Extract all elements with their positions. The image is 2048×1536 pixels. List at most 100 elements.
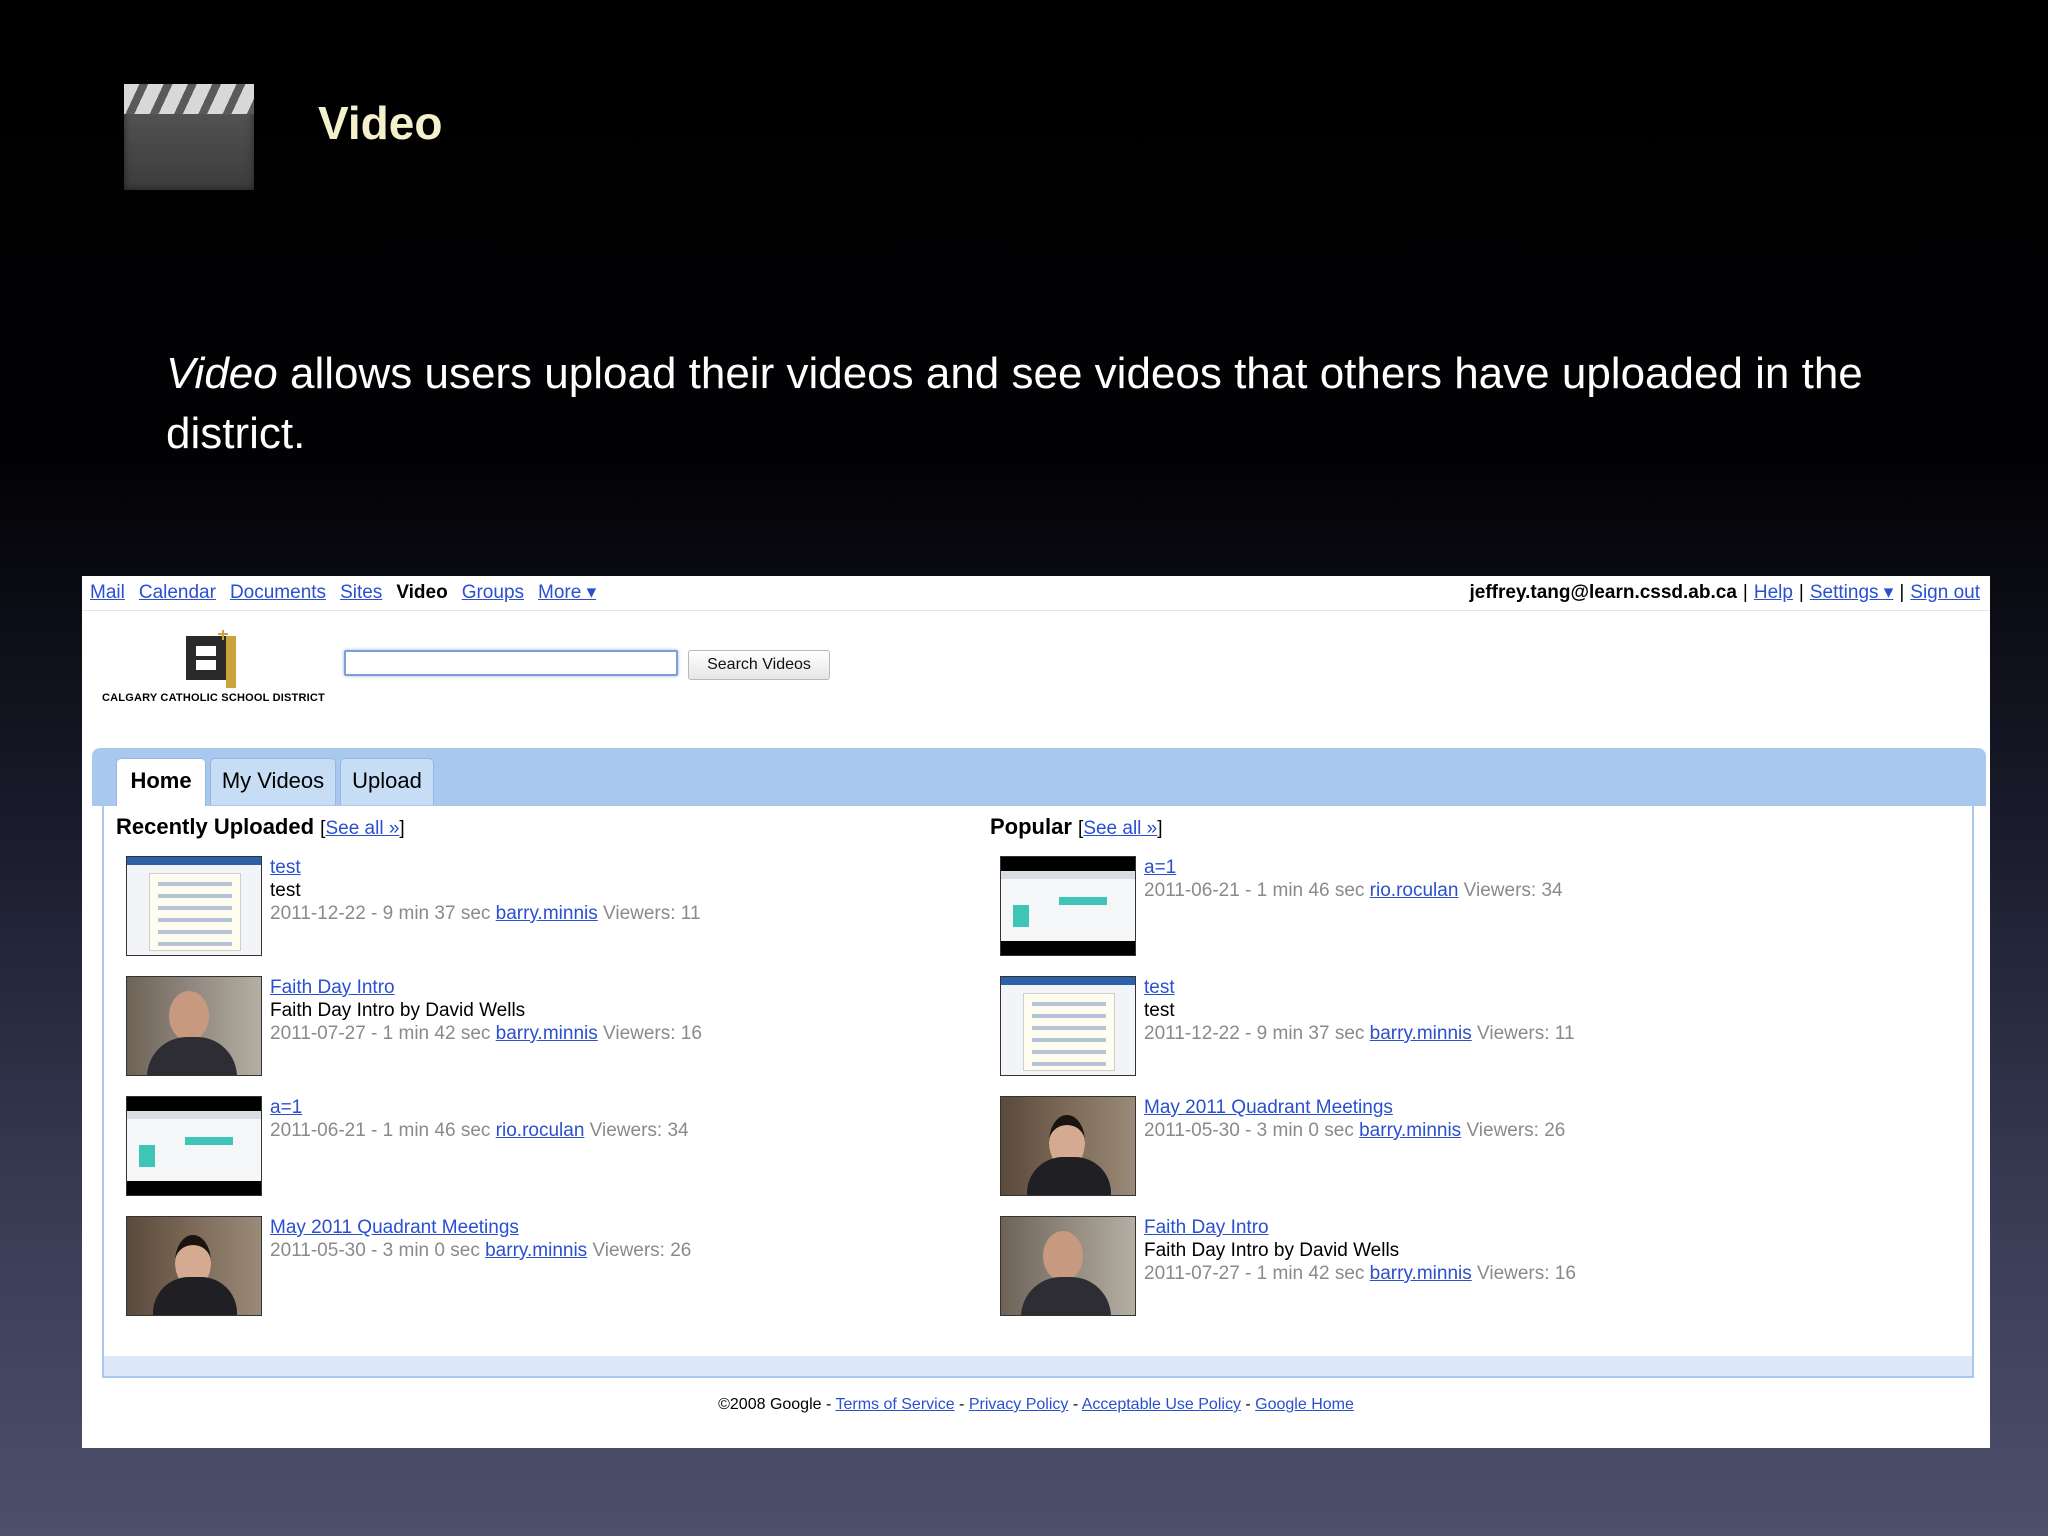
slide-description-text: allows users upload their videos and see… [166,349,1863,458]
see-all-wrapper: [See all »] [1078,818,1163,839]
tab-strip: Home My Videos Upload [92,748,1986,807]
video-thumbnail[interactable] [1000,976,1136,1076]
video-info: 2011-12-22 - 9 min 37 sec barry.minnis V… [1144,1023,1575,1044]
user-bar: jeffrey.tang@learn.cssd.ab.ca | Help | Setti… [1470,576,1981,610]
video-uploader-link[interactable]: barry.minnis [485,1240,587,1261]
google-home-link[interactable]: Google Home [1255,1396,1354,1413]
nav-calendar[interactable]: Calendar [139,582,216,603]
video-date-duration: 2011-12-22 - 9 min 37 sec [270,903,491,924]
video-info: 2011-07-27 - 1 min 42 sec barry.minnis V… [270,1023,702,1044]
popular-see-all-link[interactable]: See all » [1083,818,1157,839]
search-input[interactable] [344,650,678,676]
search-videos-button[interactable]: Search Videos [688,650,830,680]
video-thumbnail[interactable] [1000,1216,1136,1316]
video-viewers: Viewers: 11 [603,903,701,924]
video-meta: a=1 2011-06-21 - 1 min 46 sec rio.roculan… [1144,856,1563,902]
video-thumbnail[interactable] [1000,856,1136,956]
video-uploader-link[interactable]: barry.minnis [1359,1120,1461,1141]
slide-title: Video [318,97,443,149]
home-content: Recently Uploaded [See all »] test test 20… [102,806,1974,1378]
help-link[interactable]: Help [1754,582,1793,603]
video-viewers: Viewers: 34 [1463,880,1563,901]
terms-of-service-link[interactable]: Terms of Service [835,1396,954,1413]
video-viewers: Viewers: 34 [589,1120,689,1141]
video-viewers: Viewers: 26 [1466,1120,1566,1141]
video-title-link[interactable]: May 2011 Quadrant Meetings [270,1217,519,1238]
video-title-link[interactable]: Faith Day Intro [1144,1217,1269,1238]
top-bar: Mail Calendar Documents Sites Video Groups Mor… [82,576,1990,611]
video-meta: a=1 2011-06-21 - 1 min 46 sec rio.roculan… [270,1096,689,1142]
video-list-item: test test 2011-12-22 - 9 min 37 sec barry.… [126,856,976,960]
video-uploader-link[interactable]: rio.roculan [1370,880,1459,901]
tab-my-videos[interactable]: My Videos [210,758,336,805]
video-uploader-link[interactable]: barry.minnis [1370,1023,1472,1044]
footer-separator: - [821,1396,836,1413]
video-title-link[interactable]: a=1 [1144,857,1176,878]
video-list-item: Faith Day Intro Faith Day Intro by David … [126,976,976,1080]
slide-description: Video allows users upload their videos a… [166,344,1926,464]
video-list-item: Faith Day Intro Faith Day Intro by David … [1000,1216,1850,1320]
video-title-link[interactable]: May 2011 Quadrant Meetings [1144,1097,1393,1118]
video-date-duration: 2011-05-30 - 3 min 0 sec [270,1240,480,1261]
bracket-close: ] [399,818,405,839]
video-date-duration: 2011-06-21 - 1 min 46 sec [1144,880,1365,901]
video-list-item: a=1 2011-06-21 - 1 min 46 sec rio.roculan… [126,1096,976,1200]
video-list-item: May 2011 Quadrant Meetings 2011-05-30 - 3… [1000,1096,1850,1200]
video-uploader-link[interactable]: barry.minnis [496,903,598,924]
video-thumbnail[interactable] [126,1096,262,1196]
tab-home[interactable]: Home [116,758,206,807]
nav-groups[interactable]: Groups [462,582,524,603]
video-list-item: May 2011 Quadrant Meetings 2011-05-30 - 3… [126,1216,976,1320]
district-logo-mark-icon [186,630,236,688]
video-date-duration: 2011-05-30 - 3 min 0 sec [1144,1120,1354,1141]
video-date-duration: 2011-06-21 - 1 min 46 sec [270,1120,491,1141]
video-uploader-link[interactable]: rio.roculan [496,1120,585,1141]
acceptable-use-policy-link[interactable]: Acceptable Use Policy [1082,1396,1241,1413]
sign-out-link[interactable]: Sign out [1910,582,1980,603]
settings-menu[interactable]: Settings ▾ [1810,582,1893,603]
video-uploader-link[interactable]: barry.minnis [1370,1263,1472,1284]
footer-copyright: ©2008 Google [718,1396,822,1413]
nav-mail[interactable]: Mail [90,582,125,603]
video-thumbnail[interactable] [126,1216,262,1316]
video-uploader-link[interactable]: barry.minnis [496,1023,598,1044]
video-date-duration: 2011-07-27 - 1 min 42 sec [270,1023,491,1044]
content-bottom-bar [104,1356,1972,1376]
top-nav: Mail Calendar Documents Sites Video Groups Mor… [90,576,610,610]
video-description: test [270,880,301,901]
video-title-link[interactable]: a=1 [270,1097,302,1118]
video-thumbnail[interactable] [126,856,262,956]
video-info: 2011-07-27 - 1 min 42 sec barry.minnis V… [1144,1263,1576,1284]
popular-title: Popular [990,814,1072,839]
video-meta: test test 2011-12-22 - 9 min 37 sec barry.… [1144,976,1575,1045]
separator: | [1742,582,1748,603]
separator: | [1899,582,1905,603]
video-info: 2011-12-22 - 9 min 37 sec barry.minnis V… [270,903,701,924]
nav-sites[interactable]: Sites [340,582,382,603]
video-thumbnail[interactable] [1000,1096,1136,1196]
bracket-close: ] [1157,818,1163,839]
user-email: jeffrey.tang@learn.cssd.ab.ca [1469,582,1737,603]
video-title-link[interactable]: test [270,857,301,878]
footer-separator: - [1240,1396,1256,1413]
nav-documents[interactable]: Documents [230,582,326,603]
video-thumbnail[interactable] [126,976,262,1076]
slide-description-emphasis: Video [166,349,278,398]
video-list-item: a=1 2011-06-21 - 1 min 46 sec rio.roculan… [1000,856,1850,960]
video-description: Faith Day Intro by David Wells [1144,1240,1400,1261]
video-title-link[interactable]: test [1144,977,1175,998]
privacy-policy-link[interactable]: Privacy Policy [969,1396,1069,1413]
district-logo-caption: CALGARY CATHOLIC SCHOOL DISTRICT [102,692,325,704]
nav-more[interactable]: More ▾ [538,582,596,603]
video-title-link[interactable]: Faith Day Intro [270,977,395,998]
video-description: test [1144,1000,1175,1021]
tab-upload[interactable]: Upload [340,758,434,805]
district-logo[interactable]: CALGARY CATHOLIC SCHOOL DISTRICT [102,628,325,708]
footer: ©2008 Google - Terms of Service - Privac… [82,1396,1990,1414]
video-app-screenshot: Mail Calendar Documents Sites Video Groups Mor… [82,576,1990,1448]
recent-see-all-link[interactable]: See all » [325,818,399,839]
video-list-item: test test 2011-12-22 - 9 min 37 sec barry.… [1000,976,1850,1080]
nav-video-current: Video [396,582,448,603]
footer-separator: - [1068,1396,1082,1413]
section-title: Recently Uploaded [See all »] [116,814,976,840]
